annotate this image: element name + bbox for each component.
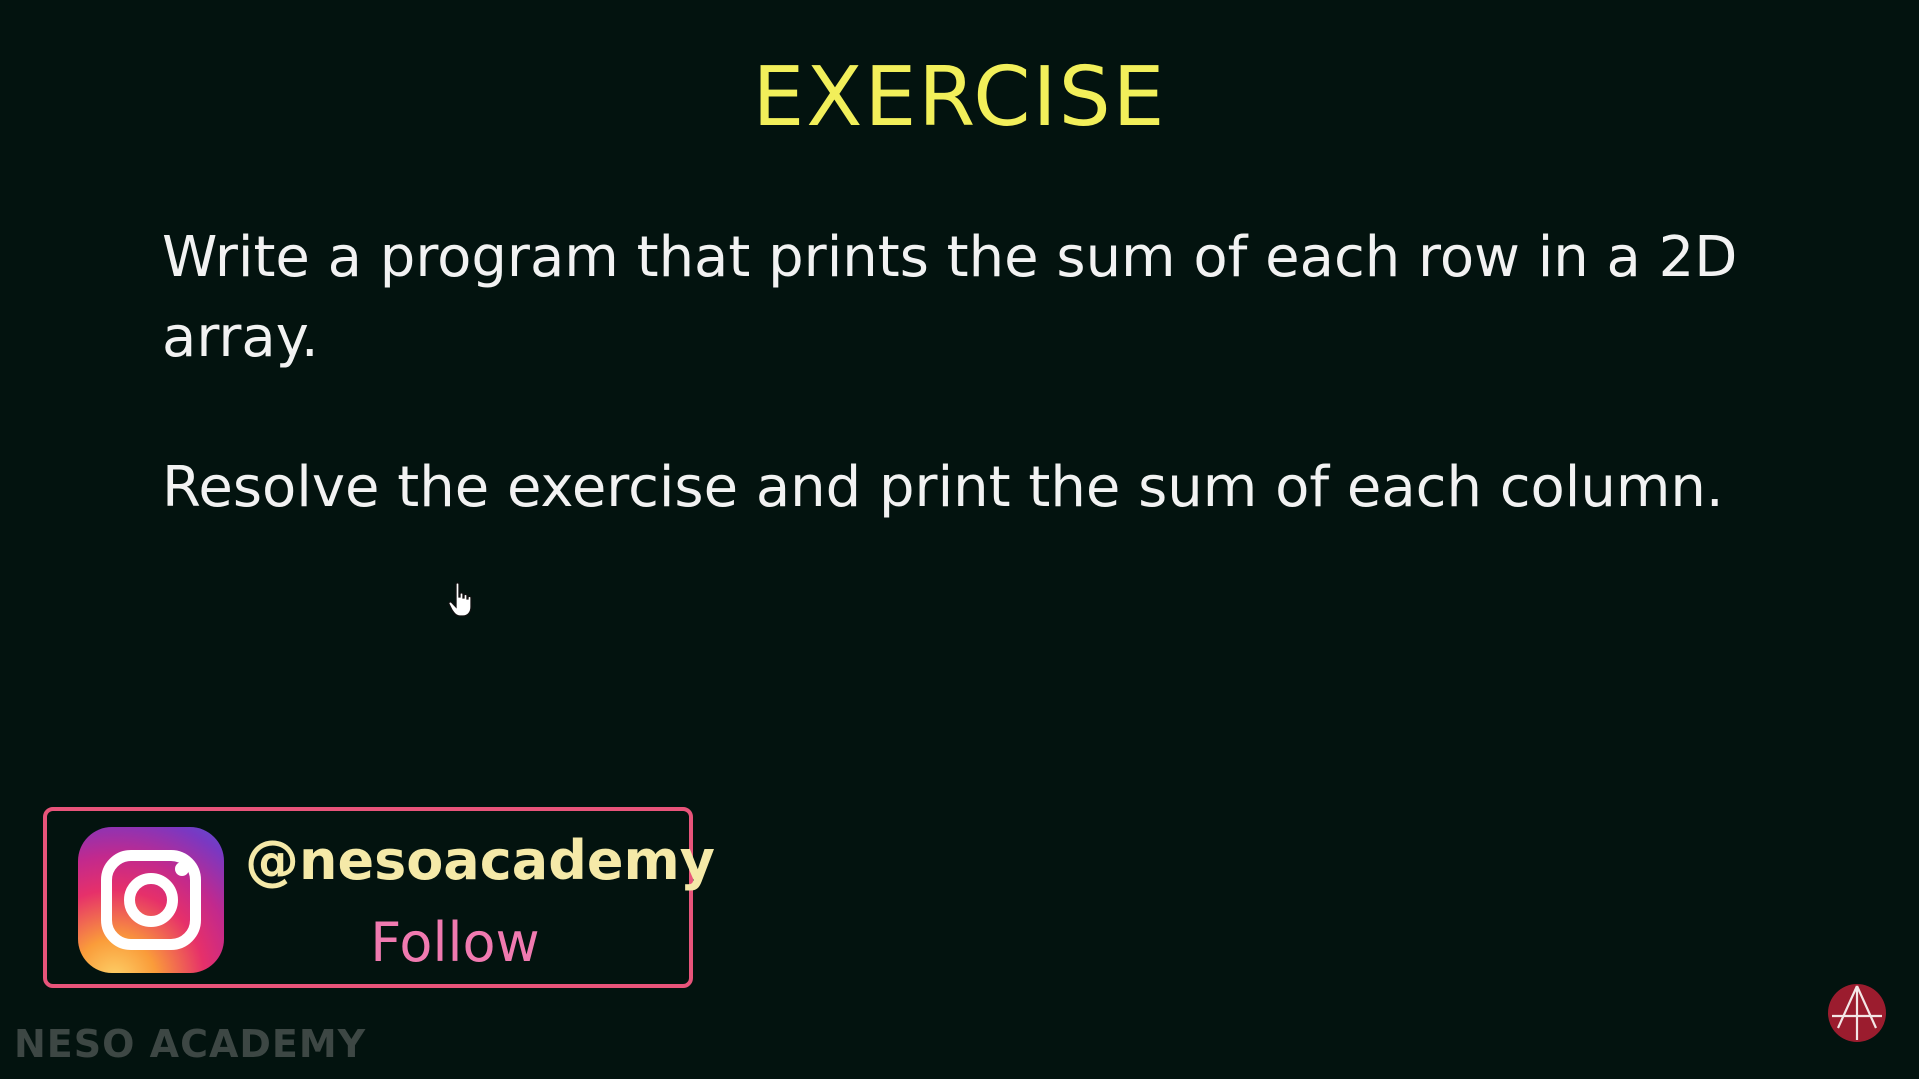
slide: EXERCISE Write a program that prints the… (0, 0, 1919, 1079)
exercise-followup: Resolve the exercise and print the sum o… (162, 455, 1724, 520)
neso-academy-watermark: NESO ACADEMY (14, 1022, 367, 1066)
exercise-statement: Write a program that prints the sum of e… (162, 225, 1738, 370)
instagram-icon (78, 827, 224, 973)
neso-logo-icon (1828, 984, 1886, 1042)
slide-title: EXERCISE (752, 50, 1167, 145)
hand-cursor-icon (448, 582, 472, 617)
follow-label: Follow (370, 911, 540, 974)
instagram-handle: @nesoacademy (245, 829, 715, 892)
instagram-follow-banner[interactable]: @nesoacademy Follow (43, 807, 715, 988)
